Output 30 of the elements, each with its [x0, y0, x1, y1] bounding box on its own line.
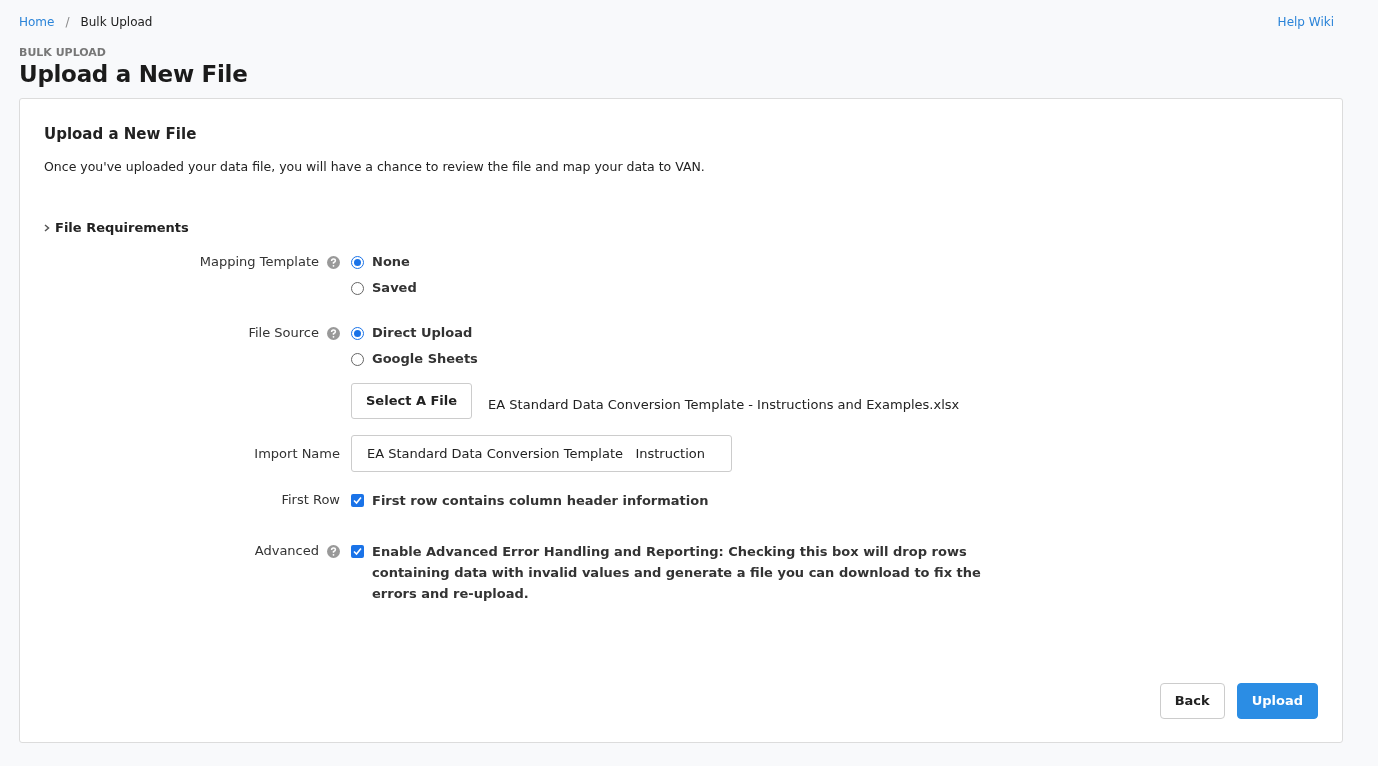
select-file-button[interactable]: Select A File: [351, 383, 473, 419]
help-icon[interactable]: [327, 326, 340, 340]
field-label: Mapping Template: [199, 253, 319, 272]
checkbox[interactable]: [351, 545, 364, 558]
radio-label: None: [372, 253, 410, 272]
import-name-field[interactable]: EA Standard Data Conversion Template Instruction: [351, 435, 732, 472]
checkbox-label: Enable Advanced Error Handling and Reporting: Checking this box will drop rows containing data with invalid values and generate a file you can download to fix the errors and re-upload.: [372, 543, 982, 603]
chevron-right-icon[interactable]: [44, 224, 50, 232]
field-label: File Source: [248, 324, 319, 343]
field-label: First Row: [281, 491, 340, 510]
card-description: Once you've uploaded your data file, you will have a chance to review the file and map your data to VAN.: [44, 158, 706, 176]
radio-label: Saved: [372, 279, 417, 298]
help-icon[interactable]: [327, 255, 340, 269]
field-label: Advanced: [254, 542, 319, 561]
checkbox[interactable]: [351, 494, 364, 507]
field-label: Import Name: [254, 444, 340, 463]
file-name: EA Standard Data Conversion Template - Instructions and Examples.xlsx: [488, 396, 960, 415]
radio-label: Direct Upload: [372, 324, 473, 343]
page-title: Upload a New File: [19, 61, 249, 87]
file-requirements-toggle[interactable]: File Requirements: [55, 218, 189, 238]
checkbox-label: First row contains column header information: [372, 492, 710, 510]
breadcrumb-current: Bulk Upload: [80, 14, 153, 31]
breadcrumb-link[interactable]: Home: [19, 13, 55, 31]
help-icon[interactable]: [327, 544, 340, 558]
help-wiki-link[interactable]: Help Wiki: [1277, 13, 1334, 31]
card-title: Upload a New File: [44, 124, 198, 144]
page-eyebrow: BULK UPLOAD: [19, 45, 107, 61]
radio-label: Google Sheets: [372, 350, 478, 369]
breadcrumb-separator: /: [65, 14, 70, 31]
back-button[interactable]: Back: [1159, 683, 1225, 719]
